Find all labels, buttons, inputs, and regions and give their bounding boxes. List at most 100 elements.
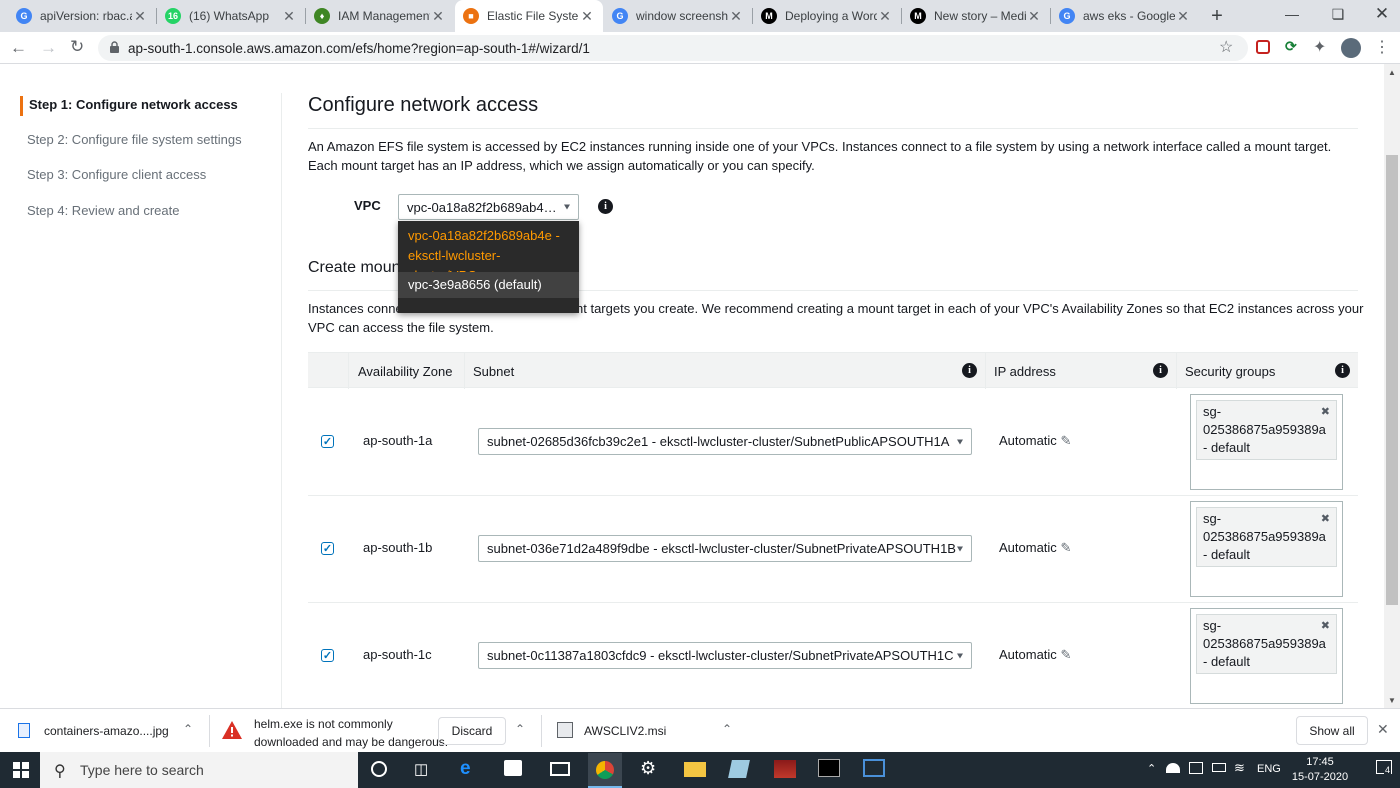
show-all-downloads-button[interactable]: Show all xyxy=(1296,716,1368,745)
row-az: ap-south-1b xyxy=(363,540,433,555)
store-icon[interactable] xyxy=(504,760,522,776)
chevron-up-icon[interactable]: ⌃ xyxy=(515,722,525,736)
chevron-up-icon[interactable]: ⌃ xyxy=(722,722,732,736)
scroll-up-icon[interactable]: ▲ xyxy=(1388,68,1396,77)
download-warning-text: helm.exe is not commonly downloaded and … xyxy=(254,715,448,751)
minimize-icon[interactable]: — xyxy=(1282,6,1302,26)
windows-start-icon[interactable] xyxy=(13,762,29,781)
security-groups-input[interactable]: sg- 025386875a959389a - default ✖ xyxy=(1190,394,1343,490)
task-view-icon[interactable]: ◫ xyxy=(414,760,428,778)
edit-pencil-icon[interactable]: ✎ xyxy=(1060,540,1071,555)
ip-info-icon[interactable]: i xyxy=(1153,363,1168,378)
row-checkbox[interactable]: ✓ xyxy=(321,649,334,662)
close-tab-icon[interactable]: ✕ xyxy=(430,8,446,25)
restore-icon[interactable]: ❏ xyxy=(1328,6,1348,26)
taskbar-search-box[interactable]: ⚲ Type here to search xyxy=(40,752,358,788)
warning-line1: helm.exe is not commonly xyxy=(254,717,393,731)
sg-info-icon[interactable]: i xyxy=(1335,363,1350,378)
wizard-step-3[interactable]: Step 3: Configure client access xyxy=(27,167,206,182)
battery-icon[interactable] xyxy=(1212,763,1226,772)
download-item-name[interactable]: AWSCLIV2.msi xyxy=(584,724,666,738)
security-groups-input[interactable]: sg- 025386875a959389a - default ✖ xyxy=(1190,501,1343,597)
subnet-info-icon[interactable]: i xyxy=(962,363,977,378)
remove-token-icon[interactable]: ✖ xyxy=(1321,617,1330,635)
notifications-icon[interactable]: 4 xyxy=(1376,760,1392,775)
new-tab-button[interactable]: + xyxy=(1203,4,1231,28)
browser-tab[interactable]: Gaws eks - Google S✕ xyxy=(1051,0,1199,32)
close-tab-icon[interactable]: ✕ xyxy=(1026,8,1042,25)
display-icon[interactable] xyxy=(1189,762,1203,774)
clock[interactable]: 17:45 15-07-2020 xyxy=(1290,755,1350,785)
file-explorer-icon[interactable] xyxy=(684,762,706,777)
browser-tab[interactable]: M New story – Mediu ✕ xyxy=(902,0,1050,32)
remove-token-icon[interactable]: ✖ xyxy=(1321,510,1330,528)
row-checkbox[interactable]: ✓ xyxy=(321,542,334,555)
subnet-select[interactable]: subnet-036e71d2a489f9dbe - eksctl-lwclus… xyxy=(478,535,972,562)
close-tab-icon[interactable]: ✕ xyxy=(1175,8,1191,25)
tab-title: apiVersion: rbac.au xyxy=(40,9,132,23)
cortana-icon[interactable] xyxy=(371,761,387,777)
chevron-up-icon[interactable]: ⌃ xyxy=(183,722,193,736)
language-indicator[interactable]: ENG xyxy=(1257,763,1281,775)
network-app-icon[interactable] xyxy=(863,759,885,777)
chevron-down-icon xyxy=(957,439,963,444)
subnet-value: subnet-0c11387a1803cfdc9 - eksctl-lwclus… xyxy=(487,648,954,663)
vpc-option-selected[interactable]: vpc-0a18a82f2b689ab4e - eksctl-lwcluster… xyxy=(398,221,579,283)
extension-grammar-icon[interactable]: ⟳ xyxy=(1285,38,1297,55)
wizard-step-2[interactable]: Step 2: Configure file system settings xyxy=(27,132,242,147)
browser-menu-icon[interactable]: ⋮ xyxy=(1374,37,1390,57)
warning-icon xyxy=(222,721,242,742)
sg-line: - default xyxy=(1203,440,1250,455)
edit-pencil-icon[interactable]: ✎ xyxy=(1060,433,1071,448)
security-groups-input[interactable]: sg- 025386875a959389a - default ✖ xyxy=(1190,608,1343,704)
scroll-down-icon[interactable]: ▼ xyxy=(1388,696,1396,705)
browser-tab[interactable]: GapiVersion: rbac.au✕ xyxy=(8,0,156,32)
remove-token-icon[interactable]: ✖ xyxy=(1321,403,1330,421)
chevron-down-icon xyxy=(957,546,963,551)
close-tab-icon[interactable]: ✕ xyxy=(132,8,148,25)
browser-tab[interactable]: ■ Elastic File System ✕ xyxy=(455,0,603,32)
extension-pocket-icon[interactable] xyxy=(1256,40,1270,54)
wifi-icon[interactable]: ≋ xyxy=(1234,760,1245,776)
browser-tab[interactable]: Gwindow screensho ✕ xyxy=(604,0,752,32)
bookmark-star-icon[interactable]: ☆ xyxy=(1219,37,1233,57)
vpc-info-icon[interactable]: i xyxy=(598,199,613,214)
vpc-select[interactable]: vpc-0a18a82f2b689ab4… xyxy=(398,194,579,220)
sg-line: sg- xyxy=(1203,618,1222,633)
scrollbar-thumb[interactable] xyxy=(1386,155,1398,605)
discard-button[interactable]: Discard xyxy=(438,717,506,745)
wizard-step-4[interactable]: Step 4: Review and create xyxy=(27,203,179,218)
subnet-select[interactable]: subnet-02685d36fcb39c2e1 - eksctl-lwclus… xyxy=(478,428,972,455)
row-checkbox[interactable]: ✓ xyxy=(321,435,334,448)
onedrive-icon[interactable] xyxy=(1166,763,1180,773)
chevron-up-icon[interactable]: ⌃ xyxy=(1147,762,1156,775)
google-icon: G xyxy=(16,8,32,24)
settings-gear-icon[interactable]: ⚙ xyxy=(640,758,656,779)
close-tab-icon[interactable]: ✕ xyxy=(579,8,595,25)
mail-icon[interactable] xyxy=(550,762,570,776)
back-icon[interactable]: ← xyxy=(10,38,27,58)
terminal-icon[interactable] xyxy=(818,759,840,777)
forward-icon[interactable]: → xyxy=(40,38,57,58)
close-window-icon[interactable]: ✕ xyxy=(1372,4,1392,24)
close-downloads-icon[interactable]: ✕ xyxy=(1377,721,1389,738)
close-tab-icon[interactable]: ✕ xyxy=(728,8,744,25)
address-bar[interactable]: ap-south-1.console.aws.amazon.com/efs/ho… xyxy=(98,35,1248,61)
profile-avatar[interactable] xyxy=(1341,38,1361,58)
edit-pencil-icon[interactable]: ✎ xyxy=(1060,647,1071,662)
subnet-select[interactable]: subnet-0c11387a1803cfdc9 - eksctl-lwclus… xyxy=(478,642,972,669)
close-tab-icon[interactable]: ✕ xyxy=(281,8,297,25)
browser-tab[interactable]: 16 (16) WhatsApp ✕ xyxy=(157,0,305,32)
security-group-token: sg- 025386875a959389a - default ✖ xyxy=(1196,400,1337,460)
extensions-puzzle-icon[interactable]: ✦ xyxy=(1313,37,1326,57)
vpc-option-default[interactable]: vpc-3e9a8656 (default) xyxy=(398,272,579,298)
browser-tab[interactable]: ♦ IAM Management ✕ xyxy=(306,0,454,32)
reload-icon[interactable]: ↻ xyxy=(70,37,84,57)
winrar-icon[interactable] xyxy=(774,760,796,778)
notes-app-icon[interactable] xyxy=(728,760,750,778)
browser-tab[interactable]: M Deploying a Word ✕ xyxy=(753,0,901,32)
edge-browser-icon[interactable]: e xyxy=(460,758,471,780)
close-tab-icon[interactable]: ✕ xyxy=(877,8,893,25)
chrome-taskbar-item[interactable] xyxy=(588,753,622,788)
download-item-name[interactable]: containers-amazo....jpg xyxy=(44,724,169,738)
